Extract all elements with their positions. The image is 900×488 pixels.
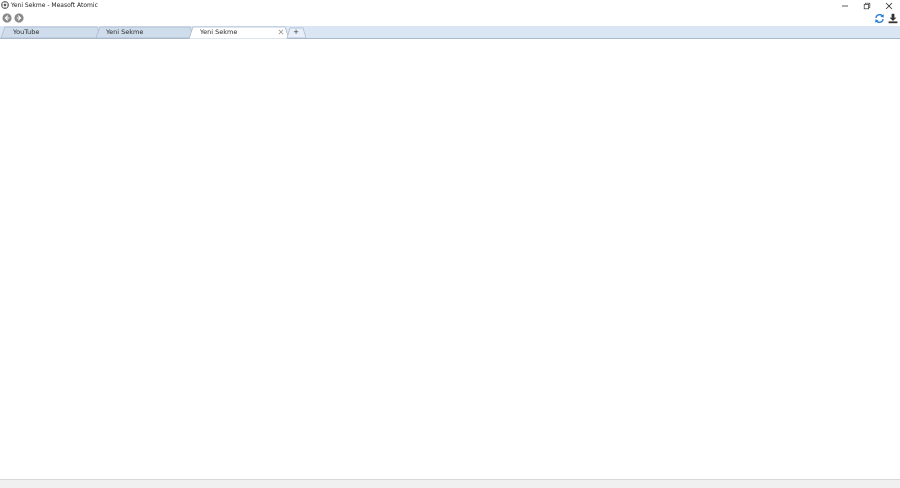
page-content[interactable] (0, 39, 900, 479)
tab-youtube[interactable]: YouTube (5, 26, 97, 38)
refresh-icon[interactable] (874, 13, 885, 24)
tab-yeni-sekme-active[interactable]: Yeni Sekme (193, 26, 275, 38)
minimize-button[interactable] (834, 0, 856, 11)
close-icon (278, 29, 284, 35)
download-icon[interactable] (888, 13, 898, 24)
close-button[interactable] (878, 0, 900, 11)
window-title: Yeni Sekme - Measoft Atomic (11, 2, 98, 9)
navigation-toolbar (0, 11, 900, 26)
restore-button[interactable] (856, 0, 878, 11)
tab-strip: YouTube Yeni Sekme Yeni Sekme + (0, 26, 900, 39)
browser-window: Yeni Sekme - Measoft Atomic YouTube Yeni… (0, 0, 900, 488)
minimize-icon (842, 5, 848, 6)
tab-label: YouTube (13, 28, 40, 36)
restore-icon (863, 2, 871, 9)
back-button-icon[interactable] (2, 13, 12, 23)
title-bar: Yeni Sekme - Measoft Atomic (0, 0, 900, 11)
tab-label: Yeni Sekme (200, 28, 238, 36)
tab-yeni-sekme-1[interactable]: Yeni Sekme (100, 26, 190, 38)
new-tab-button[interactable]: + (290, 27, 302, 37)
forward-button-icon[interactable] (14, 13, 24, 23)
app-logo-icon (1, 1, 9, 9)
tab-label: Yeni Sekme (106, 28, 144, 36)
close-icon (885, 2, 893, 9)
status-bar (0, 479, 900, 488)
tab-close-button[interactable] (277, 28, 285, 36)
